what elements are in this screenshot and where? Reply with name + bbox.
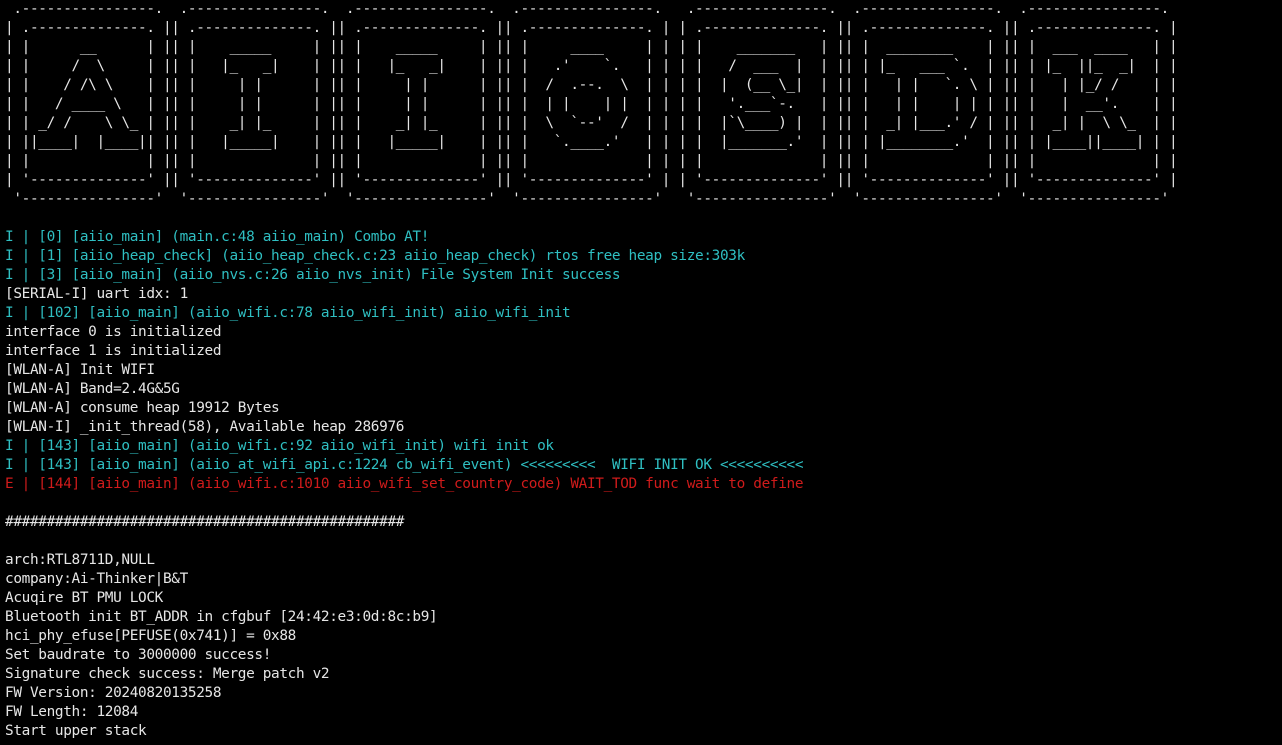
- log-info-line: I | [0] [aiio_main] (main.c:48 aiio_main…: [5, 229, 430, 245]
- ascii-banner-line: .----------------. .----------------. .-…: [5, 1, 1169, 17]
- terminal-line: [SERIAL-I] uart idx: 1: [5, 286, 188, 302]
- ascii-banner-line: '----------------' '----------------' '-…: [5, 191, 1169, 207]
- ascii-banner-line: | ||____| |____|| || | |_____| | || | |_…: [5, 134, 1178, 150]
- log-info-line: I | [143] [aiio_main] (aiio_at_wifi_api.…: [5, 457, 804, 473]
- terminal-line: arch:RTL8711D,NULL: [5, 552, 155, 568]
- ascii-banner-line: | | / ____ \ | || | | | | || | | | | || …: [5, 96, 1178, 112]
- terminal-line: Acuqire BT PMU LOCK: [5, 590, 163, 606]
- terminal-line: FW Version: 20240820135258: [5, 685, 222, 701]
- terminal-line: FW Length: 12084: [5, 704, 139, 720]
- ascii-banner-line: | | | || | | || | | || | | | | | | || | …: [5, 153, 1178, 169]
- terminal-line: Signature check success: Merge patch v2: [5, 666, 330, 682]
- terminal-line: Set baudrate to 3000000 success!: [5, 647, 272, 663]
- terminal-line: [WLAN-I] _init_thread(58), Available hea…: [5, 419, 405, 435]
- terminal-line: Bluetooth init BT_ADDR in cfgbuf [24:42:…: [5, 609, 438, 625]
- terminal-line: Start upper stack: [5, 723, 147, 739]
- terminal-line: interface 0 is initialized: [5, 324, 222, 340]
- terminal-line: [WLAN-A] consume heap 19912 Bytes: [5, 400, 280, 416]
- terminal-line: ########################################…: [5, 514, 405, 530]
- log-info-line: I | [1] [aiio_heap_check] (aiio_heap_che…: [5, 248, 745, 264]
- ascii-banner-line: | '--------------' || '--------------' |…: [5, 172, 1178, 188]
- ascii-banner-line: | | __ | || | _____ | || | _____ | || | …: [5, 39, 1178, 55]
- terminal-output: .----------------. .----------------. .-…: [5, 0, 1178, 741]
- terminal-line: interface 1 is initialized: [5, 343, 222, 359]
- terminal-line: hci_phy_efuse[PEFUSE(0x741)] = 0x88: [5, 628, 296, 644]
- terminal-line: [WLAN-A] Band=2.4G&5G: [5, 381, 180, 397]
- log-error-line: E | [144] [aiio_main] (aiio_wifi.c:1010 …: [5, 476, 804, 492]
- terminal-line: [WLAN-A] Init WIFI: [5, 362, 155, 378]
- ascii-banner-line: | | / \ | || | |_ _| | || | |_ _| | || |…: [5, 58, 1178, 74]
- ascii-banner-line: | .--------------. || .--------------. |…: [5, 20, 1178, 36]
- terminal-window[interactable]: .----------------. .----------------. .-…: [0, 0, 1282, 745]
- log-info-line: I | [102] [aiio_main] (aiio_wifi.c:78 ai…: [5, 305, 571, 321]
- log-info-line: I | [143] [aiio_main] (aiio_wifi.c:92 ai…: [5, 438, 554, 454]
- log-info-line: I | [3] [aiio_main] (aiio_nvs.c:26 aiio_…: [5, 267, 621, 283]
- ascii-banner-line: | | / /\ \ | || | | | | || | | | | || | …: [5, 77, 1178, 93]
- ascii-banner-line: | | _/ / \ \_ | || | _| |_ | || | _| |_ …: [5, 115, 1178, 131]
- terminal-line: company:Ai-Thinker|B&T: [5, 571, 188, 587]
